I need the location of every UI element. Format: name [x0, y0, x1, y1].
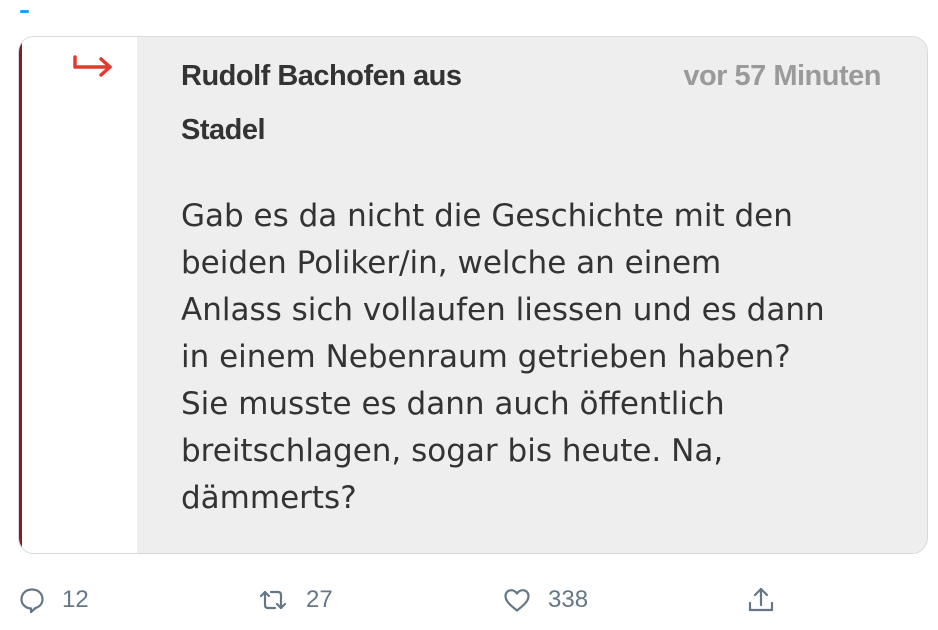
retweet-count: 27: [306, 586, 333, 613]
comment-text: Gab es da nicht die Geschichte mit den b…: [181, 198, 825, 516]
comment-author: Rudolf Bachofen aus Stadel: [181, 60, 462, 146]
top-accent-line: [20, 10, 29, 13]
card-left-gutter: [19, 37, 137, 553]
comment-icon: [20, 588, 44, 614]
retweet-icon: [259, 590, 287, 610]
reply-button[interactable]: 12: [18, 578, 89, 622]
like-button[interactable]: 338: [502, 578, 588, 622]
comment-timestamp: vor 57 Minuten: [683, 60, 881, 92]
quoted-comment-card[interactable]: Rudolf Bachofen aus Stadel vor 57 Minute…: [18, 36, 928, 554]
reply-count: 12: [62, 586, 89, 613]
share-button[interactable]: [746, 578, 776, 622]
like-count: 338: [548, 586, 589, 613]
tweet-view: Rudolf Bachofen aus Stadel vor 57 Minute…: [0, 0, 938, 630]
reply-arrow-icon: [73, 55, 112, 77]
heart-icon: [504, 589, 530, 612]
share-icon: [748, 587, 774, 612]
card-content: Rudolf Bachofen aus Stadel vor 57 Minute…: [137, 37, 927, 553]
retweet-button[interactable]: 27: [256, 578, 333, 622]
tweet-action-bar: 12 27 338: [0, 578, 938, 622]
